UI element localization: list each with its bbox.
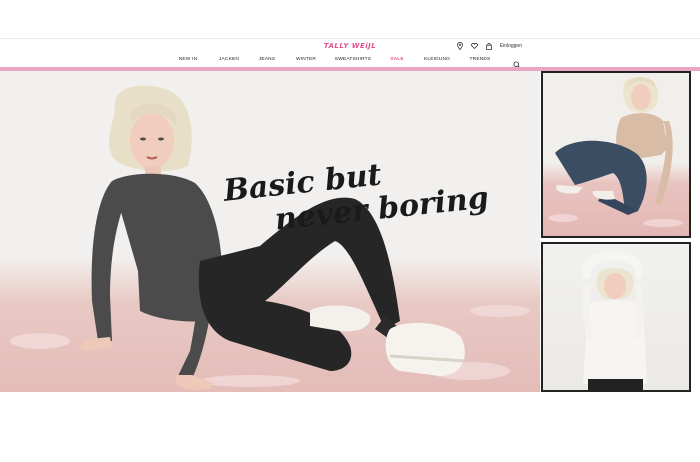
bag-icon[interactable]	[485, 42, 492, 50]
nav-item-sale[interactable]: SALE	[390, 57, 404, 62]
nav-item-jacken[interactable]: JACKEN	[219, 57, 239, 62]
location-icon[interactable]	[456, 42, 463, 50]
brand-logo[interactable]: TALLY WEiJL	[0, 42, 700, 50]
header-utilities: Einloggen	[456, 42, 522, 50]
nav-item-trends[interactable]: TRENDS	[470, 57, 491, 62]
nav-item-jeans[interactable]: JEANS	[259, 57, 275, 62]
model-arms-raised-image	[581, 251, 647, 390]
nav-item-winter[interactable]: WINTER	[296, 57, 316, 62]
side-image-top[interactable]	[541, 71, 691, 238]
nav-item-sweatshirts[interactable]: SWEATSHIRTS	[335, 57, 371, 62]
nav-item-new-in[interactable]: NEW IN	[179, 57, 198, 62]
hero-banner[interactable]: Basic but never boring	[0, 71, 540, 392]
heart-icon[interactable]	[470, 43, 478, 49]
model-kneeling-image	[548, 77, 683, 227]
main-nav: NEW IN JACKEN JEANS WINTER SWEATSHIRTS S…	[0, 55, 700, 69]
login-link[interactable]: Einloggen	[500, 43, 522, 49]
nav-item-kleidung[interactable]: KLEIDUNG	[424, 57, 450, 62]
side-image-bottom[interactable]	[541, 242, 691, 392]
